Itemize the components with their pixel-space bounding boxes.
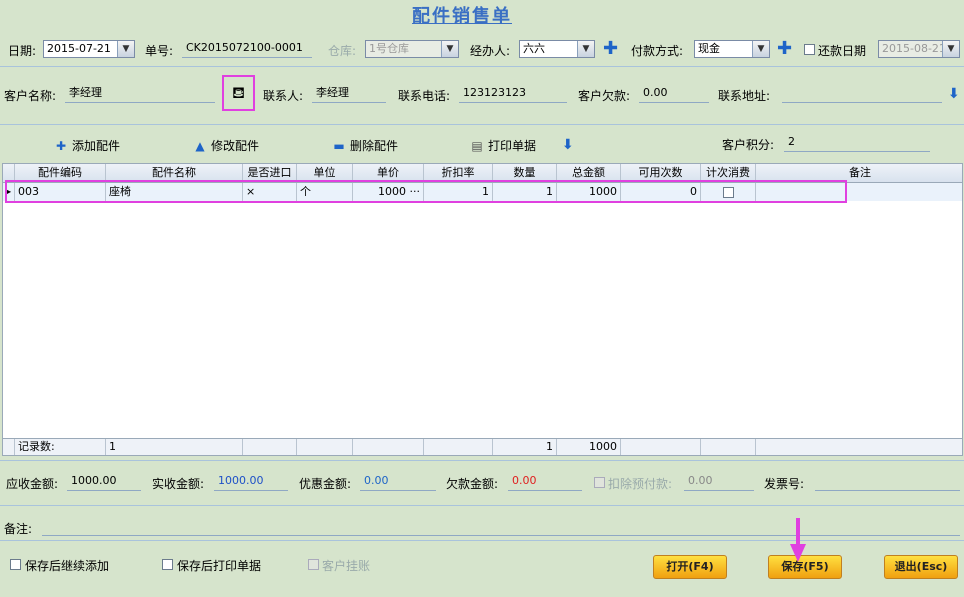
- continue-add-checkbox[interactable]: [10, 559, 21, 570]
- printer-icon: ▤: [471, 139, 483, 153]
- continue-add-label: 保存后继续添加: [25, 559, 110, 573]
- divider: [0, 540, 964, 541]
- edit-part-label: 修改配件: [211, 139, 260, 153]
- address-field[interactable]: [782, 85, 942, 103]
- customer-name-label: 客户名称:: [4, 89, 57, 103]
- customer-hang-checkbox: [308, 559, 319, 570]
- page-title: 配件销售单: [412, 6, 512, 27]
- order-no-label: 单号:: [145, 44, 174, 58]
- footer-cell: [353, 439, 424, 455]
- add-payment-icon[interactable]: ✚: [777, 40, 792, 58]
- footer-cell: [756, 439, 962, 455]
- arrow-down-icon[interactable]: ⬇: [948, 86, 960, 102]
- date-label: 日期:: [8, 44, 37, 58]
- receivable-field: 1000.00: [67, 473, 141, 491]
- repay-date-label: 还款日期: [818, 44, 867, 58]
- points-field: 2: [784, 134, 930, 152]
- owed-field: 0.00: [508, 473, 582, 491]
- print-label: 打印单据: [488, 139, 537, 153]
- footer-indicator: [3, 439, 15, 455]
- payment-label: 付款方式:: [631, 44, 684, 58]
- footer-cell: [424, 439, 493, 455]
- footer-total: 1000: [557, 439, 621, 455]
- footer-cell: [701, 439, 756, 455]
- chevron-down-icon: ▼: [441, 41, 458, 57]
- warehouse-label: 仓库:: [328, 44, 357, 58]
- open-button[interactable]: 打开(F4): [653, 555, 727, 579]
- prepay-field: 0.00: [684, 473, 754, 491]
- triangle-up-icon: ▲: [195, 139, 205, 153]
- print-button[interactable]: ▤ 打印单据: [470, 137, 536, 154]
- repay-date-value: 2015-08-21: [882, 42, 946, 55]
- handler-label: 经办人:: [470, 44, 511, 58]
- footer-cell: [243, 439, 297, 455]
- received-field[interactable]: 1000.00: [214, 473, 288, 491]
- binoculars-icon[interactable]: ⛾: [222, 75, 255, 111]
- add-handler-icon[interactable]: ✚: [603, 40, 618, 58]
- chevron-down-icon: ▼: [942, 41, 959, 57]
- debt-field: 0.00: [639, 85, 709, 103]
- warehouse-value: 1号仓库: [369, 42, 409, 55]
- footer-cell: [297, 439, 353, 455]
- customer-name-field[interactable]: 李经理: [65, 85, 215, 103]
- handler-select[interactable]: 六六 ▼: [519, 40, 595, 58]
- remark-label: 备注:: [4, 522, 33, 536]
- received-label: 实收金额:: [152, 477, 205, 491]
- footer-qty: 1: [493, 439, 557, 455]
- chevron-down-icon[interactable]: ▼: [577, 41, 594, 57]
- divider: [0, 505, 964, 506]
- contact-field[interactable]: 李经理: [312, 85, 386, 103]
- contact-label: 联系人:: [263, 89, 304, 103]
- add-part-label: 添加配件: [72, 139, 121, 153]
- repay-date-picker: 2015-08-21 ▼: [878, 40, 960, 58]
- phone-label: 联系电话:: [398, 89, 451, 103]
- prepay-checkbox: [594, 477, 605, 488]
- pointer-arrow-icon: [790, 518, 806, 562]
- date-picker[interactable]: 2015-07-21 ▼: [43, 40, 135, 58]
- divider: [0, 460, 964, 461]
- exit-button[interactable]: 退出(Esc): [884, 555, 958, 579]
- grid-footer: 记录数: 1 1 1000: [3, 438, 962, 455]
- chevron-down-icon[interactable]: ▼: [752, 41, 769, 57]
- warehouse-select: 1号仓库 ▼: [365, 40, 459, 58]
- handler-value: 六六: [523, 42, 545, 55]
- print-after-save-label: 保存后打印单据: [177, 559, 262, 573]
- remark-field[interactable]: [42, 518, 960, 536]
- receivable-label: 应收金额:: [6, 477, 59, 491]
- print-after-save-checkbox[interactable]: [162, 559, 173, 570]
- record-count-value: 1: [106, 439, 243, 455]
- footer-cell: [621, 439, 701, 455]
- chevron-down-icon[interactable]: ▼: [117, 41, 134, 57]
- customer-hang-label: 客户挂账: [322, 559, 371, 573]
- payment-value: 现金: [698, 42, 720, 55]
- delete-part-label: 删除配件: [350, 139, 399, 153]
- address-label: 联系地址:: [718, 89, 771, 103]
- plus-icon: ✚: [55, 139, 67, 153]
- selected-row-highlight: [5, 180, 847, 203]
- delete-part-button[interactable]: ▬ 删除配件: [332, 137, 398, 154]
- edit-part-button[interactable]: ▲ 修改配件: [193, 137, 259, 154]
- repay-date-checkbox[interactable]: [804, 44, 815, 55]
- minus-icon: ▬: [333, 139, 345, 153]
- debt-label: 客户欠款:: [578, 89, 631, 103]
- parts-grid[interactable]: 配件编码 配件名称 是否进口 单位 单价 折扣率 数量 总金额 可用次数 计次消…: [2, 163, 963, 456]
- record-count-label: 记录数:: [15, 439, 106, 455]
- payment-select[interactable]: 现金 ▼: [694, 40, 770, 58]
- points-label: 客户积分:: [722, 138, 775, 152]
- discount-field[interactable]: 0.00: [360, 473, 436, 491]
- invoice-field[interactable]: [815, 473, 960, 491]
- prepay-label: 扣除预付款:: [608, 477, 673, 491]
- divider: [0, 124, 964, 125]
- add-part-button[interactable]: ✚ 添加配件: [54, 137, 120, 154]
- date-value: 2015-07-21: [47, 42, 111, 55]
- phone-field[interactable]: 123123123: [459, 85, 567, 103]
- discount-label: 优惠金额:: [299, 477, 352, 491]
- owed-label: 欠款金额:: [446, 477, 499, 491]
- divider: [0, 66, 964, 67]
- order-no-field[interactable]: CK2015072100-0001: [182, 40, 312, 58]
- arrow-down-icon[interactable]: ⬇: [562, 137, 574, 153]
- invoice-label: 发票号:: [764, 477, 805, 491]
